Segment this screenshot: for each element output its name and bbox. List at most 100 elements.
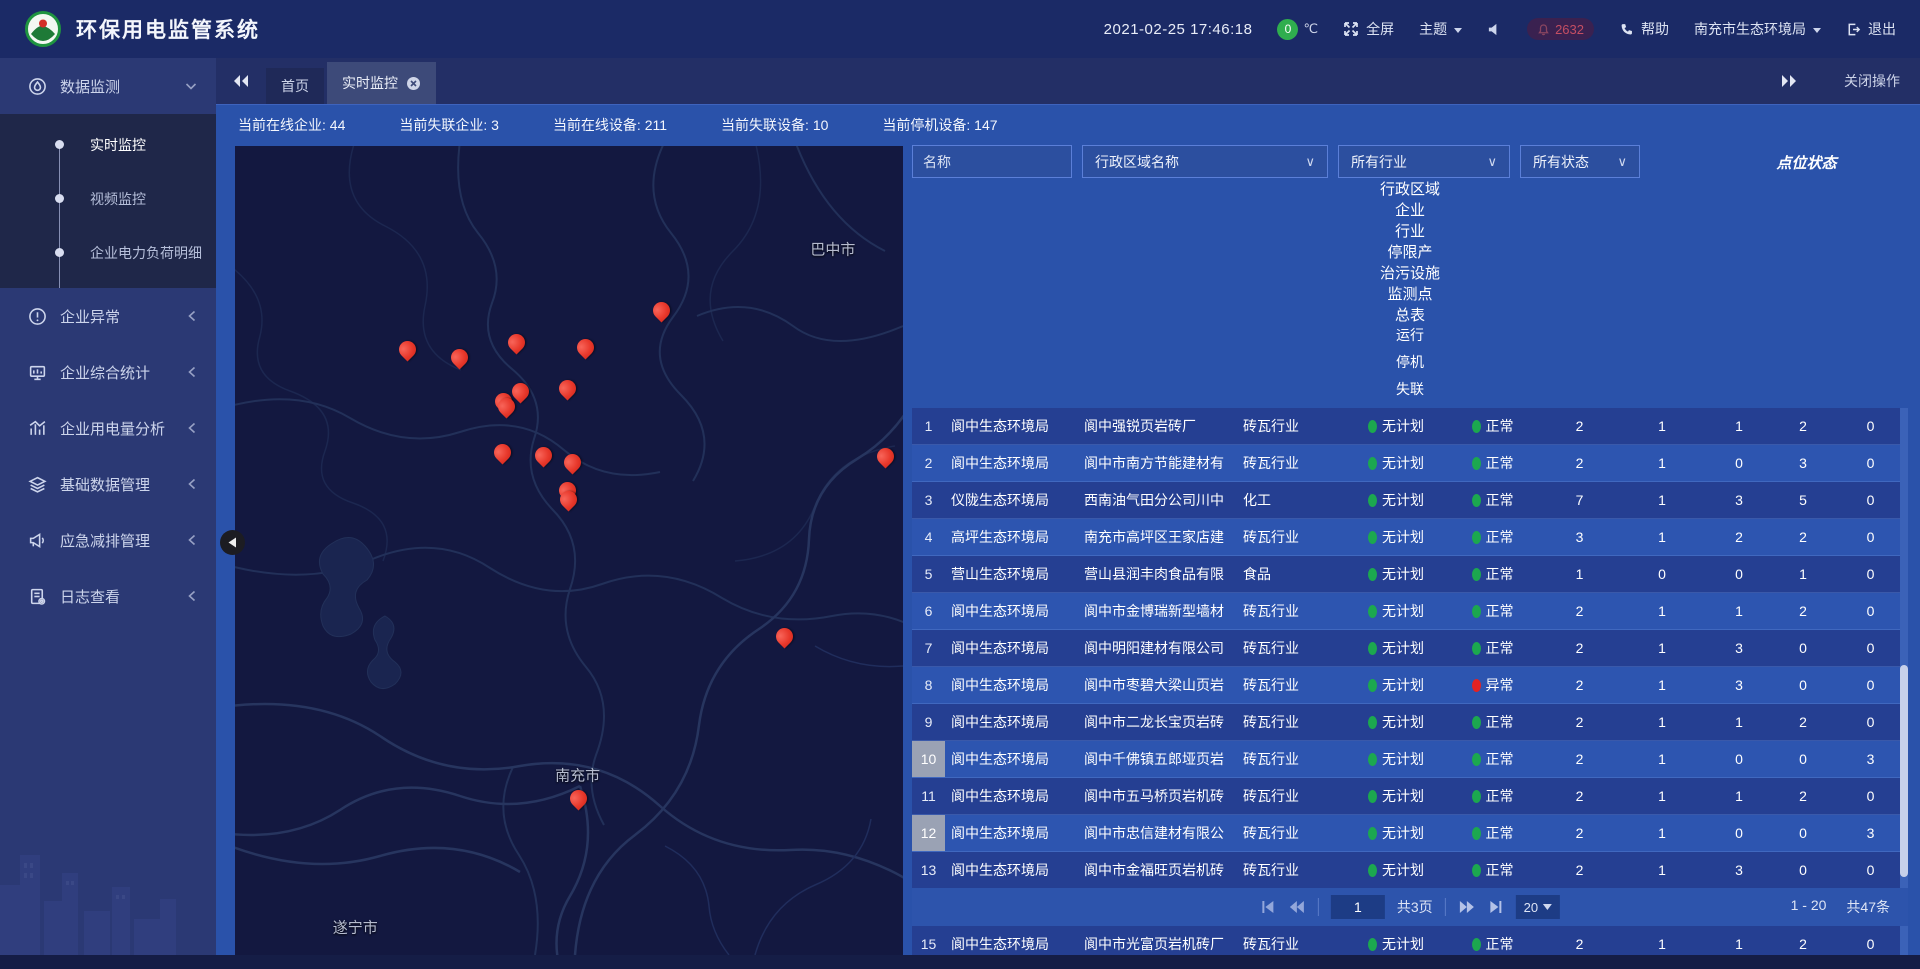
cell-monitor-points: 2: [1540, 408, 1619, 444]
table-row-12[interactable]: 12阆中生态环境局阆中市忠信建材有限公砖瓦行业无计划正常21003: [912, 815, 1908, 852]
theme-dropdown[interactable]: 主题: [1419, 19, 1462, 39]
cell-index: 9: [912, 704, 945, 740]
help-button[interactable]: 帮助: [1619, 19, 1669, 39]
tab-0[interactable]: 首页: [266, 68, 324, 104]
cell-monitor-points: 2: [1540, 630, 1619, 666]
status-dot-green: [1368, 753, 1377, 766]
sound-button[interactable]: [1487, 22, 1502, 37]
table-row-11[interactable]: 11阆中生态环境局阆中市五马桥页岩机砖砖瓦行业无计划正常21120: [912, 778, 1908, 815]
cell-running: 0: [1705, 556, 1773, 592]
cell-index: 10: [912, 741, 945, 777]
table-row-4[interactable]: 4高坪生态环境局南充市高坪区王家店建砖瓦行业无计划正常31220: [912, 519, 1908, 556]
table-row-10[interactable]: 10阆中生态环境局阆中千佛镇五郎垭页岩砖瓦行业无计划正常21003: [912, 741, 1908, 778]
cell-disconnected: 0: [1833, 408, 1908, 444]
bell-icon: [1537, 23, 1550, 36]
cell-total-meters: 1: [1619, 445, 1705, 481]
cell-company: 阆中市五马桥页岩机砖: [1078, 778, 1237, 814]
cell-monitor-points: 2: [1540, 741, 1619, 777]
status-summary-bar: 当前在线企业: 44当前失联企业: 3当前在线设备: 211当前失联设备: 10…: [216, 104, 1920, 144]
facility-status-text: 正常: [1486, 749, 1514, 769]
page-number-input[interactable]: [1331, 895, 1385, 919]
status-select[interactable]: 所有状态 ∨: [1520, 145, 1640, 178]
sidebar-section-0[interactable]: 数据监测: [0, 58, 216, 114]
pagination-bar: 共3页 20 1 - 20 共47条: [912, 888, 1908, 926]
scroll-tabs-right-button[interactable]: [1780, 73, 1798, 89]
facility-status-text: 正常: [1486, 564, 1514, 584]
table-row-9[interactable]: 9阆中生态环境局阆中市二龙长宝页岩砖砖瓦行业无计划正常21120: [912, 704, 1908, 741]
cell-facility-status: 正常: [1445, 815, 1540, 851]
stop-plan-text: 无计划: [1382, 712, 1424, 732]
sidebar-section-label: 企业用电量分析: [60, 418, 165, 439]
table-row-3[interactable]: 3仪陇生态环境局西南油气田分公司川中化工无计划正常71350: [912, 482, 1908, 519]
map-panel[interactable]: 巴中市南充市遂宁市: [235, 146, 903, 955]
stat-item-2: 当前在线设备: 211: [553, 115, 667, 135]
name-search-input[interactable]: [912, 145, 1072, 178]
stat-item-4: 当前停机设备: 147: [882, 115, 997, 135]
column-header-7: 总表: [912, 304, 1908, 325]
table-row-1[interactable]: 1阆中生态环境局阆中强锐页岩砖厂砖瓦行业无计划正常21120: [912, 408, 1908, 445]
map-city-label: 巴中市: [810, 238, 855, 259]
status-dot-green: [1368, 642, 1377, 655]
cell-total-meters: 1: [1619, 704, 1705, 740]
facility-status-text: 正常: [1486, 638, 1514, 658]
tab-1[interactable]: 实时监控: [327, 62, 436, 104]
notification-badge[interactable]: 2632: [1527, 18, 1594, 40]
table-row-5[interactable]: 5营山生态环境局营山县润丰肉食品有限食品无计划正常10010: [912, 556, 1908, 593]
cell-company: 阆中市金福旺页岩机砖: [1078, 852, 1237, 888]
logout-button[interactable]: 退出: [1846, 19, 1896, 39]
sidebar-section-1[interactable]: 企业异常: [0, 288, 216, 344]
status-dot-green: [1472, 605, 1481, 618]
sidebar-subitem-0-0[interactable]: 实时监控: [0, 118, 216, 172]
cell-stopped: 2: [1773, 408, 1833, 444]
cell-region: 阆中生态环境局: [945, 445, 1078, 481]
chevron-down-icon: ∨: [1305, 154, 1315, 170]
cell-total-meters: 1: [1619, 741, 1705, 777]
cell-running: 1: [1705, 704, 1773, 740]
stop-plan-text: 无计划: [1382, 527, 1424, 547]
prev-page-button[interactable]: [1288, 900, 1306, 914]
first-page-button[interactable]: [1260, 900, 1276, 914]
page-size-select[interactable]: 20: [1516, 895, 1560, 919]
cell-facility-status: 正常: [1445, 704, 1540, 740]
status-dot-red: [1472, 679, 1481, 692]
cell-facility-status: 异常: [1445, 667, 1540, 703]
scrollbar-thumb[interactable]: [1900, 665, 1908, 877]
org-dropdown[interactable]: 南充市生态环境局: [1694, 19, 1821, 39]
cell-stopped: 2: [1773, 519, 1833, 555]
industry-select[interactable]: 所有行业 ∨: [1338, 145, 1510, 178]
sidebar-section-5[interactable]: 应急减排管理: [0, 512, 216, 568]
table-row-7[interactable]: 7阆中生态环境局阆中明阳建材有限公司砖瓦行业无计划正常21300: [912, 630, 1908, 667]
cell-monitor-points: 2: [1540, 778, 1619, 814]
cell-company: 西南油气田分公司川中: [1078, 482, 1237, 518]
sidebar-subitem-0-1[interactable]: 视频监控: [0, 172, 216, 226]
alert-icon: [28, 307, 47, 326]
sidebar-section-6[interactable]: 日志查看: [0, 568, 216, 624]
table-row-13[interactable]: 13阆中生态环境局阆中市金福旺页岩机砖砖瓦行业无计划正常21300: [912, 852, 1908, 889]
tab-close-icon[interactable]: [406, 76, 421, 91]
status-dot-green: [1368, 938, 1377, 951]
gauge-icon: [28, 77, 47, 96]
last-page-button[interactable]: [1488, 900, 1504, 914]
table-row-8[interactable]: 8阆中生态环境局阆中市枣碧大梁山页岩砖瓦行业无计划异常21300: [912, 667, 1908, 704]
sidebar-section-2[interactable]: 企业综合统计: [0, 344, 216, 400]
org-label: 南充市生态环境局: [1694, 19, 1806, 39]
cell-facility-status: 正常: [1445, 445, 1540, 481]
chevron-left-icon: [186, 477, 198, 491]
cell-monitor-points: 2: [1540, 704, 1619, 740]
facility-status-text: 正常: [1486, 860, 1514, 880]
scroll-tabs-left-button[interactable]: [232, 73, 250, 89]
cell-total-meters: 1: [1619, 630, 1705, 666]
cell-stop-plan: 无计划: [1347, 852, 1445, 888]
table-row-2[interactable]: 2阆中生态环境局阆中市南方节能建材有砖瓦行业无计划正常21030: [912, 445, 1908, 482]
next-page-button[interactable]: [1458, 900, 1476, 914]
stop-plan-text: 无计划: [1382, 490, 1424, 510]
table-row-6[interactable]: 6阆中生态环境局阆中市金博瑞新型墙材砖瓦行业无计划正常21120: [912, 593, 1908, 630]
table-scrollbar[interactable]: [1900, 408, 1908, 969]
close-operations-button[interactable]: 关闭操作: [1844, 71, 1900, 91]
sidebar-section-3[interactable]: 企业用电量分析: [0, 400, 216, 456]
sidebar-subitem-0-2[interactable]: 企业电力负荷明细: [0, 226, 216, 280]
fullscreen-button[interactable]: 全屏: [1343, 19, 1394, 39]
sidebar-section-4[interactable]: 基础数据管理: [0, 456, 216, 512]
sidebar-collapse-toggle[interactable]: [220, 530, 245, 555]
region-select[interactable]: 行政区域名称 ∨: [1082, 145, 1328, 178]
